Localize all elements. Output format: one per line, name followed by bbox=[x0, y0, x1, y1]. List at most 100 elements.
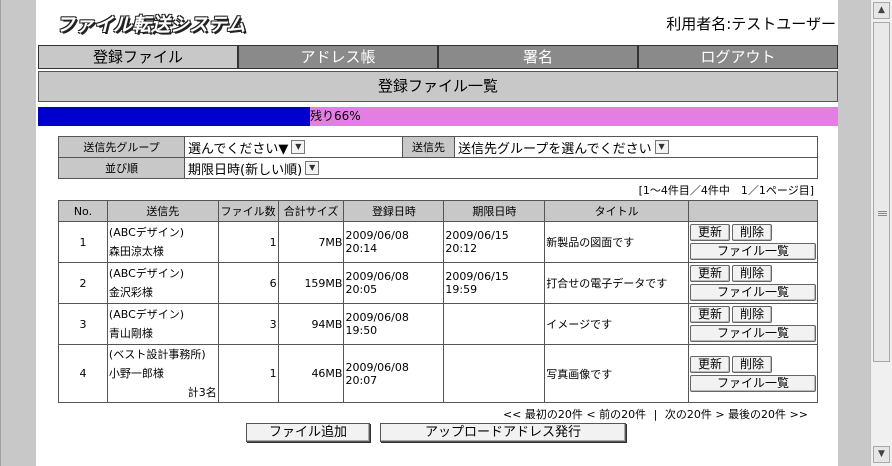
row-title: 写真画像です bbox=[544, 344, 689, 403]
tab-signature[interactable]: 署名 bbox=[439, 46, 637, 68]
dest-label: 送信先 bbox=[402, 136, 455, 158]
dest-cell: 送信先グループを選んでください ▼ bbox=[454, 136, 818, 158]
update-button[interactable]: 更新 bbox=[690, 224, 730, 241]
dest-company: (ABCデザイン) bbox=[108, 267, 185, 280]
dest-select[interactable]: 送信先グループを選んでください ▼ bbox=[458, 138, 669, 157]
row-file-count: 1 bbox=[217, 344, 279, 403]
table-row: 1 (ABCデザイン) 森田涼太様 1 7MB 2009/06/08 20:14… bbox=[58, 221, 818, 263]
app-logo: ファイル転送システム bbox=[56, 14, 246, 36]
add-file-button[interactable]: ファイル追加 bbox=[246, 423, 370, 442]
file-list-button[interactable]: ファイル一覧 bbox=[690, 243, 816, 260]
dest-company: (ベスト設計事務所) bbox=[108, 348, 206, 361]
dest-name: 森田涼太様 bbox=[108, 245, 164, 258]
row-title: イメージです bbox=[544, 303, 689, 345]
row-registered: 2009/06/08 20:14 bbox=[343, 221, 445, 263]
chevron-down-icon[interactable]: ▼ bbox=[305, 161, 320, 175]
row-no: 1 bbox=[58, 221, 108, 263]
bottom-actions: ファイル追加 アップロードアドレス発行 bbox=[246, 423, 626, 442]
col-no: No. bbox=[58, 200, 108, 222]
issue-upload-address-button[interactable]: アップロードアドレス発行 bbox=[380, 423, 626, 442]
pager-first-link[interactable]: << 最初の20件 bbox=[503, 408, 583, 421]
row-actions: 更新 削除 ファイル一覧 bbox=[688, 303, 818, 345]
row-registered: 2009/06/08 20:05 bbox=[343, 262, 445, 304]
quota-remaining-text: 残り66% bbox=[310, 109, 361, 123]
row-file-count: 3 bbox=[217, 303, 279, 345]
row-registered: 2009/06/08 19:50 bbox=[343, 303, 445, 345]
table-row: 4 (ベスト設計事務所) 小野一郎様 計3名 1 46MB 2009/06/08… bbox=[58, 344, 818, 403]
user-name: 利用者名:テストユーザー bbox=[666, 15, 836, 33]
pager-prev-link[interactable]: < 前の20件 bbox=[586, 408, 646, 421]
file-list-button[interactable]: ファイル一覧 bbox=[690, 374, 816, 392]
table-header-row: No. 送信先 ファイル数 合計サイズ 登録日時 期限日時 タイトル bbox=[58, 200, 818, 222]
row-expires bbox=[443, 344, 546, 403]
group-select-value: 選んでください▼ bbox=[188, 141, 289, 157]
page: ファイル転送システム 利用者名:テストユーザー 登録ファイル アドレス帳 署名 … bbox=[36, 0, 838, 466]
row-destination: (ABCデザイン) 森田涼太様 bbox=[106, 221, 219, 263]
row-total-size: 46MB bbox=[277, 344, 345, 403]
pager: << 最初の20件 < 前の20件 | 次の20件 > 最後の20件 >> bbox=[503, 406, 808, 422]
window-frame-left bbox=[0, 0, 36, 466]
scroll-up-icon[interactable]: ▲ bbox=[873, 2, 890, 19]
row-actions: 更新 削除 ファイル一覧 bbox=[688, 221, 818, 263]
row-destination: (ABCデザイン) 金沢彩様 bbox=[106, 262, 219, 304]
row-total-size: 7MB bbox=[277, 221, 345, 263]
chevron-down-icon[interactable]: ▼ bbox=[291, 140, 306, 154]
dest-company: (ABCデザイン) bbox=[108, 226, 185, 239]
row-no: 2 bbox=[58, 262, 108, 304]
tab-registered-files[interactable]: 登録ファイル bbox=[39, 46, 237, 68]
delete-button[interactable]: 削除 bbox=[732, 306, 772, 323]
tab-logout[interactable]: ログアウト bbox=[639, 46, 837, 68]
pager-last-link[interactable]: 最後の20件 >> bbox=[728, 408, 808, 421]
delete-button[interactable]: 削除 bbox=[732, 355, 772, 373]
row-expires: 2009/06/15 20:12 bbox=[443, 221, 546, 263]
row-expires: 2009/06/15 19:59 bbox=[443, 262, 546, 304]
row-total-size: 94MB bbox=[277, 303, 345, 345]
quota-bar: 残り66% bbox=[38, 107, 838, 126]
pager-separator: | bbox=[653, 408, 658, 421]
main-tabs: 登録ファイル アドレス帳 署名 ログアウト bbox=[38, 45, 838, 69]
delete-button[interactable]: 削除 bbox=[732, 224, 772, 241]
group-label: 送信先グループ bbox=[58, 136, 185, 158]
scroll-down-icon[interactable]: ▼ bbox=[873, 446, 890, 463]
group-select[interactable]: 選んでください▼ ▼ bbox=[188, 138, 306, 157]
result-count: [1～4件目／4件中 1／1ページ目] bbox=[638, 184, 814, 197]
file-list-button[interactable]: ファイル一覧 bbox=[690, 284, 816, 301]
row-destination: (ABCデザイン) 青山剛様 bbox=[106, 303, 219, 345]
scroll-thumb[interactable] bbox=[873, 22, 890, 362]
sort-select-value: 期限日時(新しい順) bbox=[188, 162, 303, 178]
file-list-table: No. 送信先 ファイル数 合計サイズ 登録日時 期限日時 タイトル 1 (AB… bbox=[58, 200, 818, 403]
row-no: 4 bbox=[58, 344, 108, 403]
group-cell: 選んでください▼ ▼ bbox=[184, 136, 403, 158]
dest-name: 小野一郎様 bbox=[108, 367, 164, 380]
dest-name: 金沢彩様 bbox=[108, 286, 153, 299]
sort-cell: 期限日時(新しい順) ▼ bbox=[184, 157, 818, 179]
tab-address-book[interactable]: アドレス帳 bbox=[239, 46, 437, 68]
window-frame-right bbox=[838, 0, 870, 466]
grip-icon bbox=[878, 211, 887, 212]
file-list-button[interactable]: ファイル一覧 bbox=[690, 325, 816, 342]
col-total-size: 合計サイズ bbox=[277, 200, 345, 222]
sort-label: 並び順 bbox=[58, 157, 185, 179]
update-button[interactable]: 更新 bbox=[690, 265, 730, 282]
table-row: 2 (ABCデザイン) 金沢彩様 6 159MB 2009/06/08 20:0… bbox=[58, 262, 818, 304]
filter-table: 送信先グループ 選んでください▼ ▼ 送信先 送信先グループを選んでください ▼… bbox=[58, 136, 818, 179]
row-total-size: 159MB bbox=[277, 262, 345, 304]
row-expires bbox=[443, 303, 546, 345]
row-actions: 更新 削除 ファイル一覧 bbox=[688, 344, 818, 403]
col-actions bbox=[688, 200, 818, 222]
pager-next-link[interactable]: 次の20件 > bbox=[665, 408, 725, 421]
row-title: 打合せの電子データです bbox=[544, 262, 689, 304]
row-destination: (ベスト設計事務所) 小野一郎様 計3名 bbox=[106, 344, 219, 403]
delete-button[interactable]: 削除 bbox=[732, 265, 772, 282]
col-destination: 送信先 bbox=[106, 200, 219, 222]
update-button[interactable]: 更新 bbox=[690, 355, 730, 373]
quota-used-fill bbox=[38, 107, 310, 126]
sort-select[interactable]: 期限日時(新しい順) ▼ bbox=[188, 159, 320, 178]
dest-company: (ABCデザイン) bbox=[108, 308, 185, 321]
vertical-scrollbar[interactable]: ▲ ▼ bbox=[870, 0, 892, 466]
dest-name: 青山剛様 bbox=[108, 327, 153, 340]
row-no: 3 bbox=[58, 303, 108, 345]
row-actions: 更新 削除 ファイル一覧 bbox=[688, 262, 818, 304]
chevron-down-icon[interactable]: ▼ bbox=[654, 140, 669, 154]
update-button[interactable]: 更新 bbox=[690, 306, 730, 323]
